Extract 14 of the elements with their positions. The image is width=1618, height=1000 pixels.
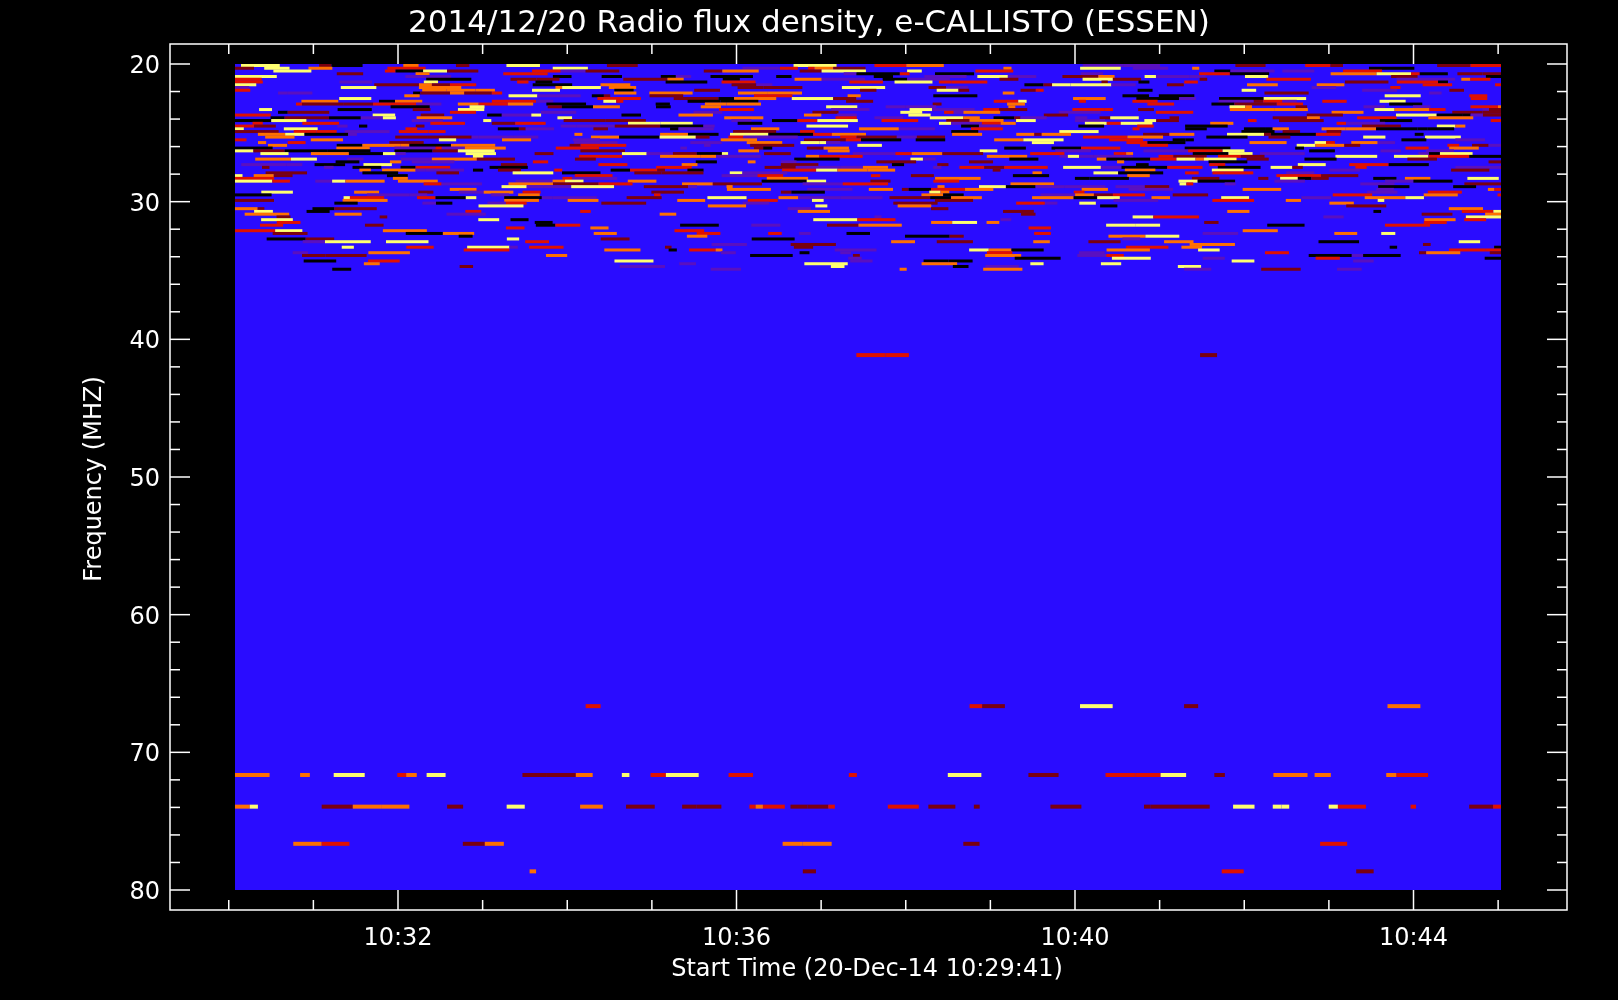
y-axis-label: Frequency (MHZ) — [79, 376, 107, 582]
y-tick-label: 40 — [129, 326, 160, 355]
y-tick-label: 50 — [129, 464, 160, 492]
x-tick-label: 10:36 — [701, 923, 772, 951]
x-tick-label: 10:32 — [363, 923, 433, 951]
y-tick-label: 20 — [129, 51, 160, 79]
x-tick-label: 10:40 — [1040, 923, 1110, 951]
y-tick-label: 60 — [129, 601, 160, 630]
plot-title: 2014/12/20 Radio flux density, e-CALLISTO (ESSEN) — [408, 3, 1210, 39]
y-tick-label: 80 — [129, 877, 160, 905]
y-tick-label: 70 — [129, 739, 160, 768]
x-axis-label: Start Time (20-Dec-14 10:29:41) — [671, 954, 1063, 982]
x-tick-label: 10:44 — [1378, 923, 1449, 951]
y-tick-label: 30 — [129, 188, 160, 217]
